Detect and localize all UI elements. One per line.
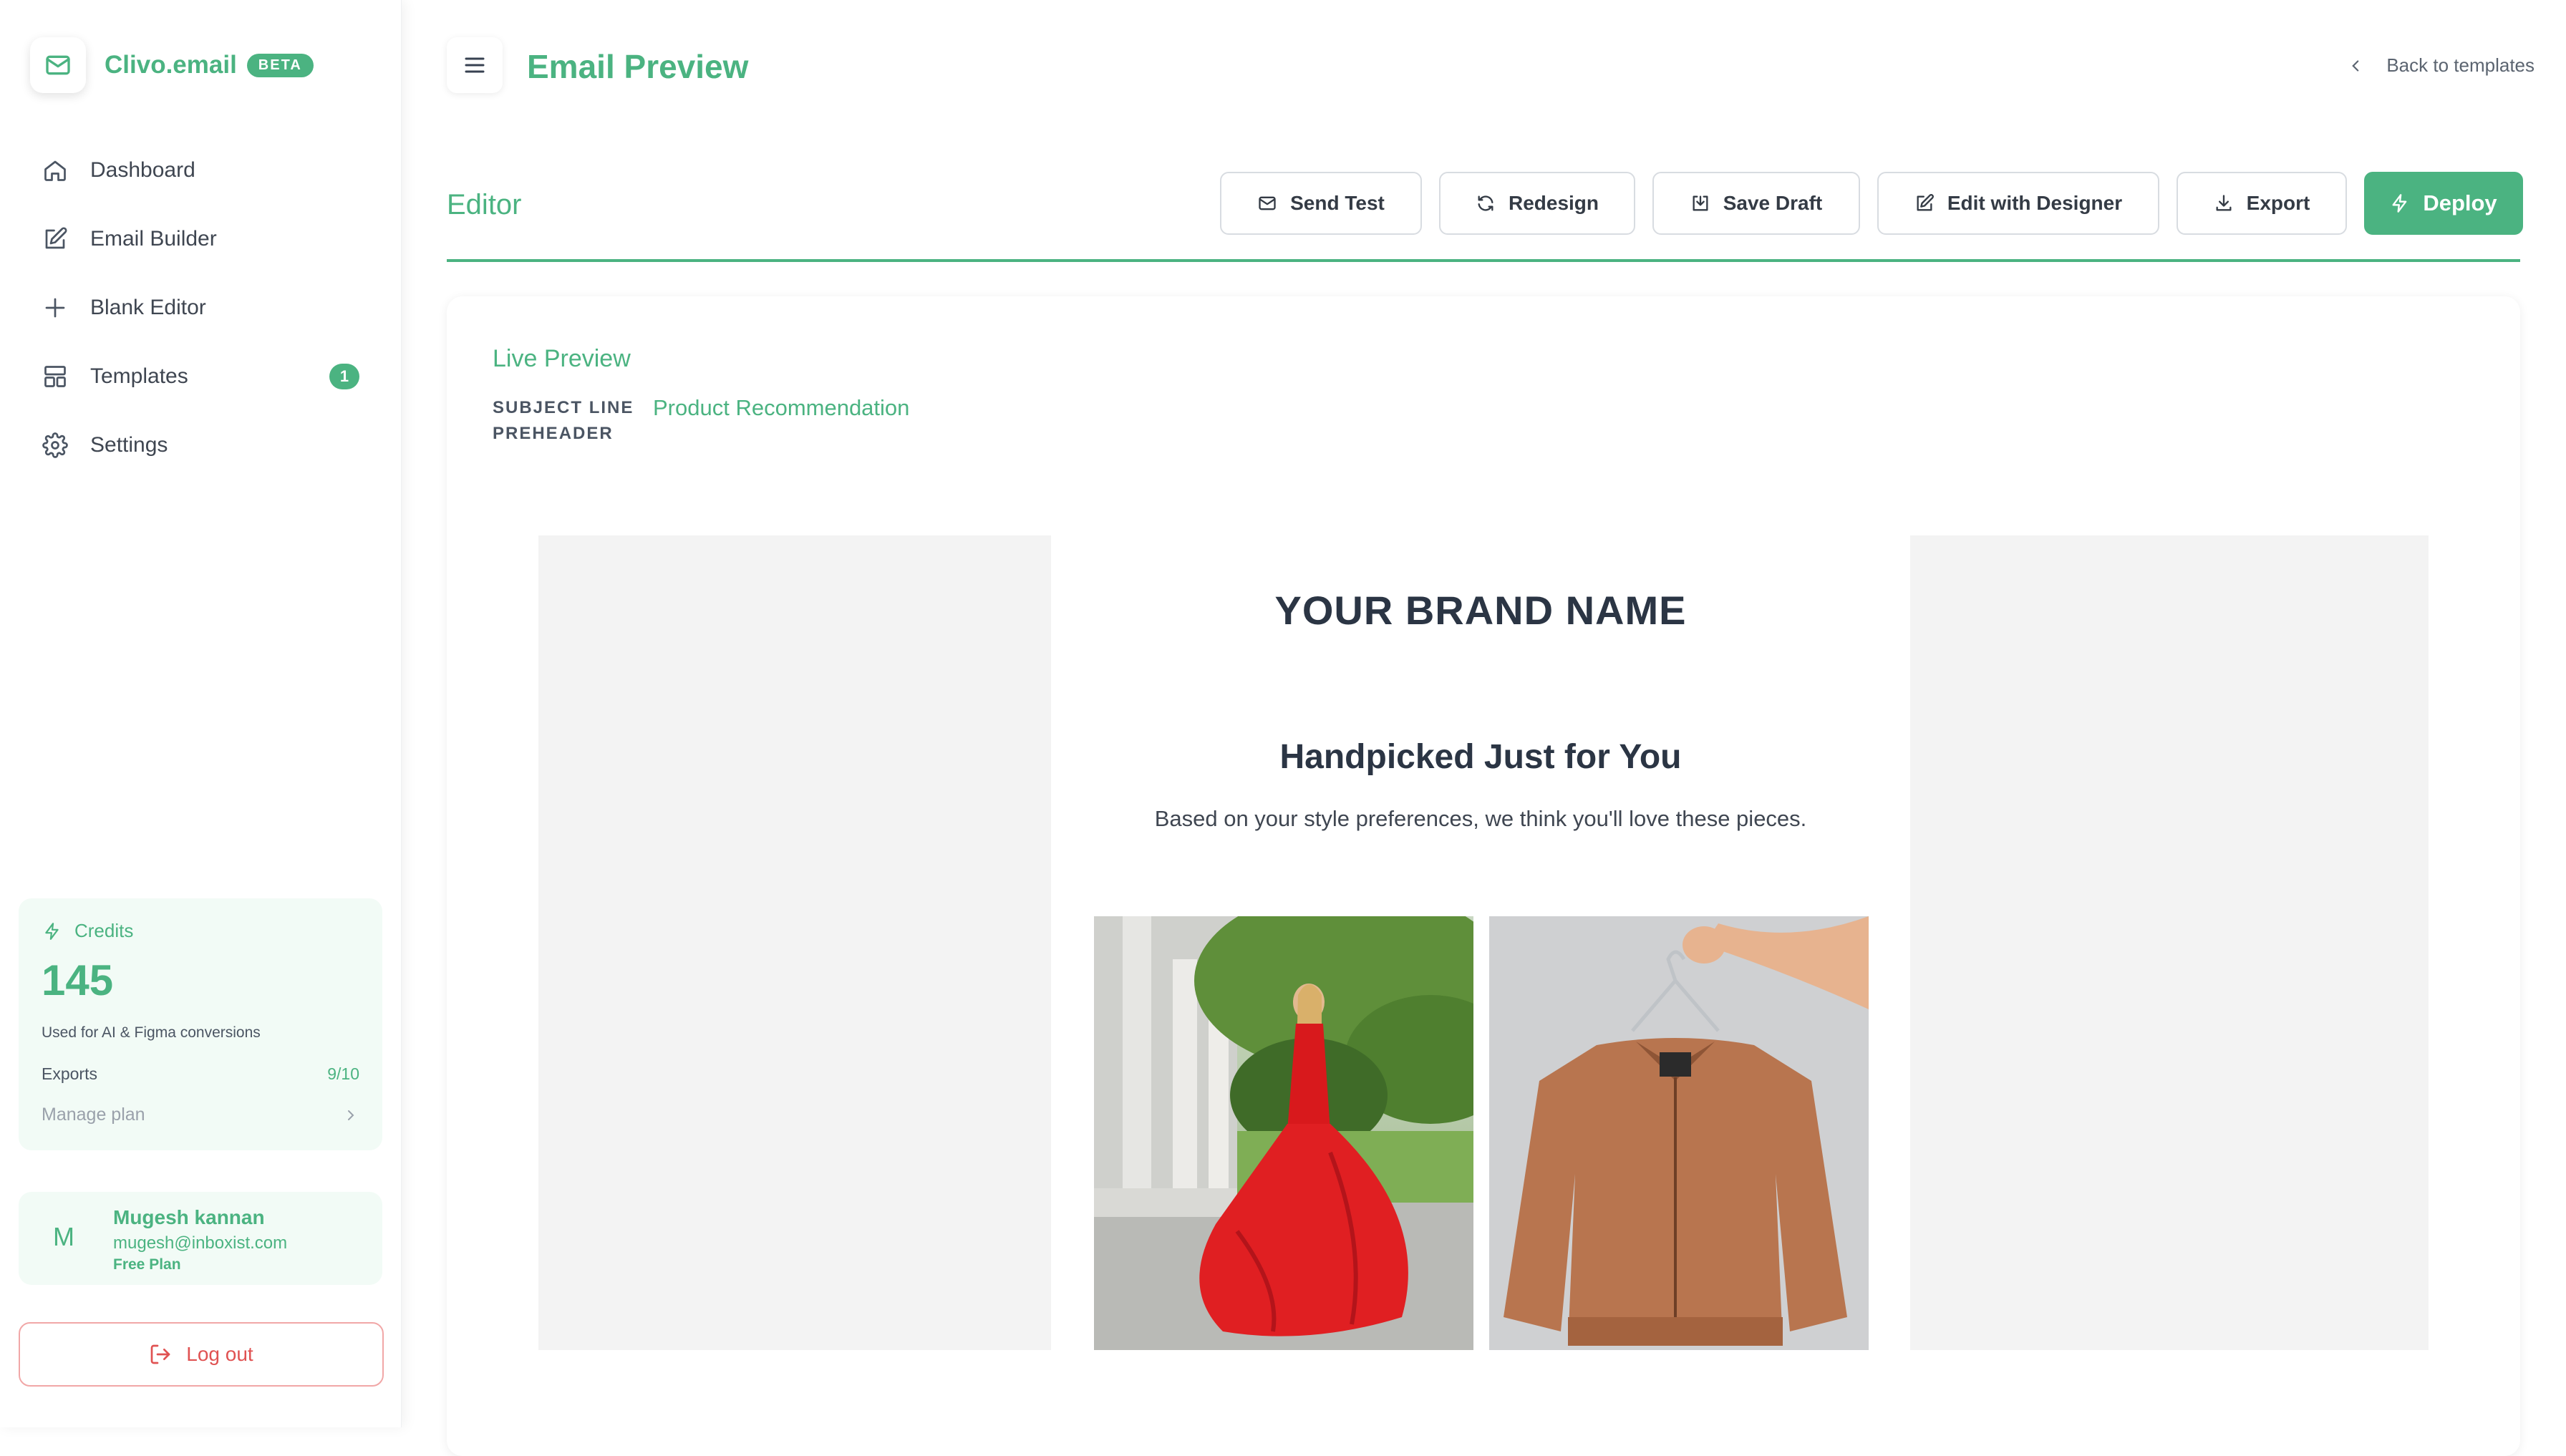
logout-label: Log out: [186, 1343, 253, 1365]
plus-icon: [42, 294, 69, 321]
credits-description: Used for AI & Figma conversions: [42, 1024, 261, 1041]
sidebar-item-templates[interactable]: Templates 1: [26, 342, 377, 411]
exports-value: 9/10: [327, 1064, 359, 1083]
email-brand-name: YOUR BRAND NAME: [1274, 588, 1687, 633]
sidebar-item-label: Settings: [90, 433, 168, 457]
product-image-bomber-jacket: [1489, 916, 1869, 1350]
sidebar-item-email-builder[interactable]: Email Builder: [26, 205, 377, 273]
sidebar-item-label: Blank Editor: [90, 296, 206, 319]
send-test-label: Send Test: [1290, 192, 1385, 214]
user-card[interactable]: M Mugesh kannan mugesh@inboxist.com Free…: [19, 1192, 382, 1285]
chevron-right-icon: [348, 1110, 354, 1120]
live-preview-card: Live Preview SUBJECT LINE Product Recomm…: [447, 296, 2520, 1456]
avatar: M: [53, 1222, 74, 1251]
templates-count-badge: 1: [329, 364, 359, 389]
subject-line-value: Product Recommendation: [653, 395, 910, 420]
menu-toggle-button[interactable]: [447, 37, 503, 93]
user-plan: Free Plan: [113, 1256, 181, 1273]
brand[interactable]: Clivo.email BETA: [30, 37, 314, 93]
exports-row: Exports 9/10: [42, 1064, 359, 1084]
manage-plan-label: Manage plan: [42, 1105, 145, 1125]
redesign-button[interactable]: Redesign: [1439, 172, 1635, 235]
editor-label: Editor: [447, 189, 522, 220]
edit-designer-label: Edit with Designer: [1947, 192, 2123, 214]
sidebar-item-label: Templates: [90, 364, 188, 388]
gear-icon: [42, 432, 69, 459]
edit-icon: [42, 225, 69, 253]
preheader-label: PREHEADER: [493, 424, 614, 443]
edit-icon: [1917, 194, 1934, 211]
download-icon: [2216, 195, 2232, 211]
back-label: Back to templates: [2386, 54, 2534, 76]
sidebar-item-dashboard[interactable]: Dashboard: [26, 136, 377, 205]
editor-toolbar: Send Test Redesign Save Draft Edit with …: [1220, 172, 2523, 235]
lightning-icon: [45, 922, 59, 940]
sidebar-item-blank-editor[interactable]: Blank Editor: [26, 273, 377, 342]
email-body: YOUR BRAND NAME Handpicked Just for You …: [1051, 535, 1910, 1350]
deploy-button[interactable]: Deploy: [2364, 172, 2523, 235]
export-label: Export: [2246, 192, 2310, 214]
logout-icon: [150, 1344, 170, 1364]
sidebar-item-settings[interactable]: Settings: [26, 411, 377, 480]
beta-badge: BETA: [246, 53, 314, 77]
deploy-label: Deploy: [2423, 190, 2497, 215]
brand-name: Clivo.email: [105, 51, 237, 79]
edit-with-designer-button[interactable]: Edit with Designer: [1877, 172, 2159, 235]
credits-card: Credits 145 Used for AI & Figma conversi…: [19, 898, 382, 1150]
email-heading: Handpicked Just for You: [1279, 738, 1682, 776]
credits-label: Credits: [43, 920, 133, 942]
subject-line-label: SUBJECT LINE: [493, 398, 634, 417]
manage-plan-link[interactable]: Manage plan: [42, 1105, 359, 1125]
user-email: mugesh@inboxist.com: [113, 1233, 288, 1253]
refresh-icon: [1478, 195, 1493, 211]
chevron-left-icon: [2352, 59, 2359, 72]
save-draft-label: Save Draft: [1723, 192, 1823, 214]
mail-icon: [1259, 196, 1276, 210]
exports-label: Exports: [42, 1064, 97, 1083]
logout-button[interactable]: Log out: [19, 1322, 384, 1387]
product-image-red-dress: [1094, 916, 1473, 1350]
save-icon: [1693, 195, 1708, 211]
redesign-label: Redesign: [1508, 192, 1599, 214]
live-preview-title: Live Preview: [493, 345, 631, 372]
credits-label-text: Credits: [74, 920, 134, 941]
layout-icon: [42, 363, 69, 390]
hamburger-icon: [465, 57, 485, 73]
sidebar-nav: Dashboard Email Builder Blank Editor Tem…: [26, 136, 377, 480]
sidebar: Clivo.email BETA Dashboard Email Builder…: [0, 0, 402, 1427]
editor-divider: [447, 259, 2520, 262]
send-test-button[interactable]: Send Test: [1220, 172, 1422, 235]
sidebar-item-label: Dashboard: [90, 158, 195, 182]
email-body-text: Based on your style preferences, we thin…: [1154, 806, 1807, 831]
credits-value: 145: [42, 956, 114, 1004]
user-name: Mugesh kannan: [113, 1206, 265, 1228]
lightning-icon: [2392, 194, 2407, 213]
export-button[interactable]: Export: [2177, 172, 2347, 235]
sidebar-item-label: Email Builder: [90, 227, 217, 251]
mail-icon: [30, 37, 86, 93]
page-title: Email Preview: [527, 48, 749, 85]
home-icon: [42, 157, 69, 184]
save-draft-button[interactable]: Save Draft: [1652, 172, 1860, 235]
back-to-templates-link[interactable]: Back to templates: [2346, 54, 2534, 77]
